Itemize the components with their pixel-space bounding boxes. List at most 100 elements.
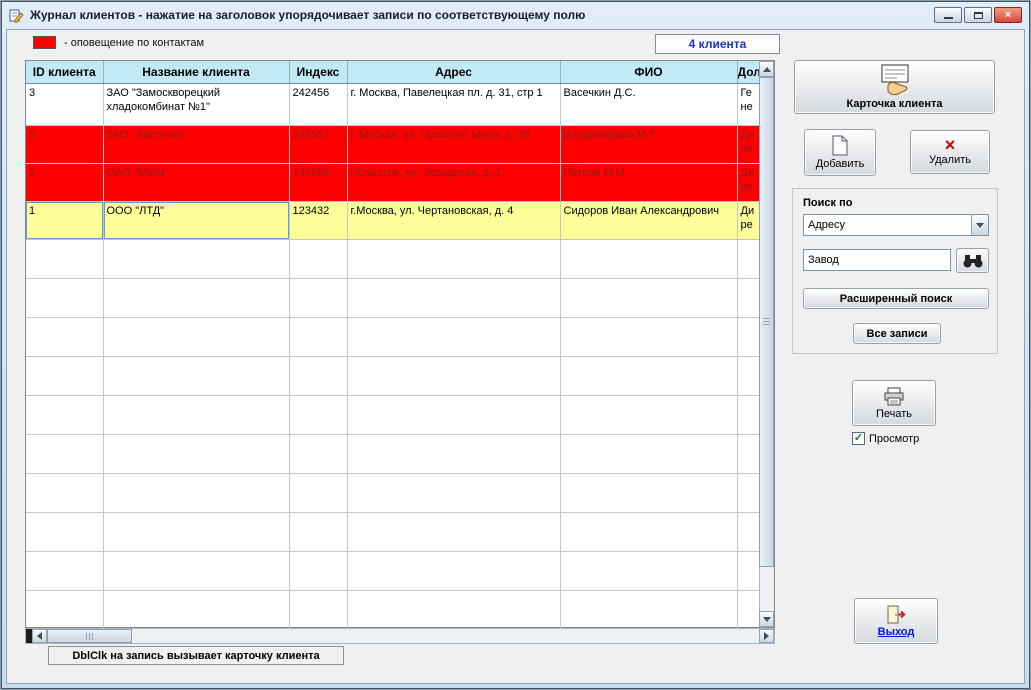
arrow-down-icon	[763, 617, 771, 622]
search-group-label: Поиск по	[803, 197, 852, 209]
cell-address: г. Москва, ул. Проспект Мира, д. 38	[347, 125, 560, 163]
clients-table: ID клиента Название клиента Индекс Адрес…	[25, 60, 775, 628]
titlebar[interactable]: Журнал клиентов - нажатие на заголовок у…	[2, 2, 1029, 28]
preview-checkbox[interactable]: Просмотр	[852, 432, 919, 445]
cell-name: ОАО "МММ"	[103, 163, 289, 201]
column-header-name[interactable]: Название клиента	[103, 61, 289, 83]
search-input[interactable]	[803, 249, 951, 271]
scroll-up-button[interactable]	[759, 61, 774, 77]
horizontal-scrollbar-thumb[interactable]	[47, 629, 132, 643]
search-group: Поиск по Адресу Расширенный поиск Все за…	[792, 188, 998, 354]
close-button[interactable]: ×	[994, 7, 1022, 23]
cell-id: 2	[26, 163, 103, 201]
arrow-right-icon	[764, 632, 769, 640]
cell-position: Ге не	[737, 83, 761, 125]
cell-id: 5	[26, 125, 103, 163]
thumb-grip-icon	[86, 633, 94, 640]
document-icon	[831, 135, 849, 156]
print-label: Печать	[876, 408, 912, 420]
empty-row	[26, 356, 761, 395]
empty-row	[26, 317, 761, 356]
find-button[interactable]	[956, 248, 989, 273]
empty-row	[26, 434, 761, 473]
clients-grid: ID клиента Название клиента Индекс Адрес…	[26, 61, 762, 630]
empty-row	[26, 278, 761, 317]
cell-id: 1	[26, 201, 103, 239]
maximize-icon	[974, 12, 983, 19]
scrollbar-track[interactable]	[132, 629, 759, 643]
add-button[interactable]: Добавить	[804, 129, 876, 176]
search-field-select[interactable]: Адресу	[803, 214, 989, 236]
print-button[interactable]: Печать	[852, 380, 936, 426]
cell-fio: Владимирова М.Т	[560, 125, 737, 163]
column-header-position[interactable]: Дол	[737, 61, 761, 83]
table-row[interactable]: 3 ЗАО "Замоскворецкий хладокомбинат №1" …	[26, 83, 761, 125]
alert-color-swatch	[33, 36, 56, 49]
cell-index: 123432	[289, 201, 347, 239]
arrow-up-icon	[763, 67, 771, 72]
minimize-button[interactable]	[934, 7, 962, 23]
client-count-badge: 4 клиента	[655, 34, 780, 54]
maximize-button[interactable]	[964, 7, 992, 23]
column-header-address[interactable]: Адрес	[347, 61, 560, 83]
legend: - оповещение по контактам	[33, 36, 204, 49]
cell-id: 3	[26, 83, 103, 125]
cell-name: ООО "ЛТД"	[103, 201, 289, 239]
client-card-label: Карточка клиента	[847, 98, 943, 110]
cell-index: 242456	[289, 83, 347, 125]
app-icon	[9, 8, 24, 23]
empty-row	[26, 473, 761, 512]
cell-address: г.Москва, ул. Чертановская, д. 4	[347, 201, 560, 239]
column-header-fio[interactable]: ФИО	[560, 61, 737, 83]
table-row[interactable]: 1 ООО "ЛТД" 123432 г.Москва, ул. Чертано…	[26, 201, 761, 239]
client-card-button[interactable]: Карточка клиента	[794, 60, 995, 114]
preview-checkbox-box[interactable]	[852, 432, 865, 445]
client-card-icon	[875, 64, 915, 96]
column-header-index[interactable]: Индекс	[289, 61, 347, 83]
legend-label: - оповещение по контактам	[64, 37, 204, 49]
exit-button[interactable]: Выход	[854, 598, 938, 644]
column-header-id[interactable]: ID клиента	[26, 61, 103, 83]
empty-row	[26, 590, 761, 629]
binoculars-icon	[962, 254, 984, 268]
window-title: Журнал клиентов - нажатие на заголовок у…	[30, 8, 585, 22]
cell-fio: Васечкин Д.С.	[560, 83, 737, 125]
empty-row	[26, 512, 761, 551]
dropdown-arrow-icon[interactable]	[971, 215, 988, 235]
cell-name: ЗАО "Замоскворецкий хладокомбинат №1"	[103, 83, 289, 125]
search-field-value: Адресу	[808, 219, 845, 231]
vertical-scrollbar-thumb[interactable]	[759, 77, 774, 567]
delete-button[interactable]: × Удалить	[910, 130, 990, 174]
app-window: Журнал клиентов - нажатие на заголовок у…	[1, 1, 1030, 689]
cell-address: г. Москва, Павелецкая пл. д. 31, стр 1	[347, 83, 560, 125]
cell-index: 242557	[289, 125, 347, 163]
printer-icon	[883, 387, 905, 406]
status-hint: DblClk на запись вызывает карточку клиен…	[48, 646, 344, 665]
exit-icon	[885, 605, 908, 624]
all-records-button[interactable]: Все записи	[853, 323, 941, 344]
empty-row	[26, 239, 761, 278]
delete-label: Удалить	[929, 154, 971, 166]
cell-position: Ди ре	[737, 125, 761, 163]
window-content: - оповещение по контактам 4 клиента ID к…	[6, 29, 1025, 684]
table-row[interactable]: 5 ЗАО "Ласточка" 242557 г. Москва, ул. П…	[26, 125, 761, 163]
scroll-left-button[interactable]	[32, 629, 47, 643]
minimize-icon	[944, 17, 953, 19]
table-row[interactable]: 2 ОАО "МММ" 133568 г.Саратов, ул. Заводс…	[26, 163, 761, 201]
scroll-right-button[interactable]	[759, 629, 774, 643]
empty-row	[26, 551, 761, 590]
vertical-scrollbar[interactable]	[759, 61, 774, 627]
cell-fio: Петров М.М	[560, 163, 737, 201]
cell-address: г.Саратов, ул. Заводская, д. 1	[347, 163, 560, 201]
empty-row	[26, 395, 761, 434]
advanced-search-button[interactable]: Расширенный поиск	[803, 288, 989, 309]
advanced-search-label: Расширенный поиск	[840, 293, 952, 305]
all-records-label: Все записи	[867, 328, 928, 340]
cell-index: 133568	[289, 163, 347, 201]
header-row: ID клиента Название клиента Индекс Адрес…	[26, 61, 761, 83]
exit-label: Выход	[878, 626, 915, 638]
cell-name: ЗАО "Ласточка"	[103, 125, 289, 163]
cell-fio: Сидоров Иван Александрович	[560, 201, 737, 239]
scroll-down-button[interactable]	[759, 611, 774, 627]
horizontal-scrollbar[interactable]	[25, 628, 775, 644]
